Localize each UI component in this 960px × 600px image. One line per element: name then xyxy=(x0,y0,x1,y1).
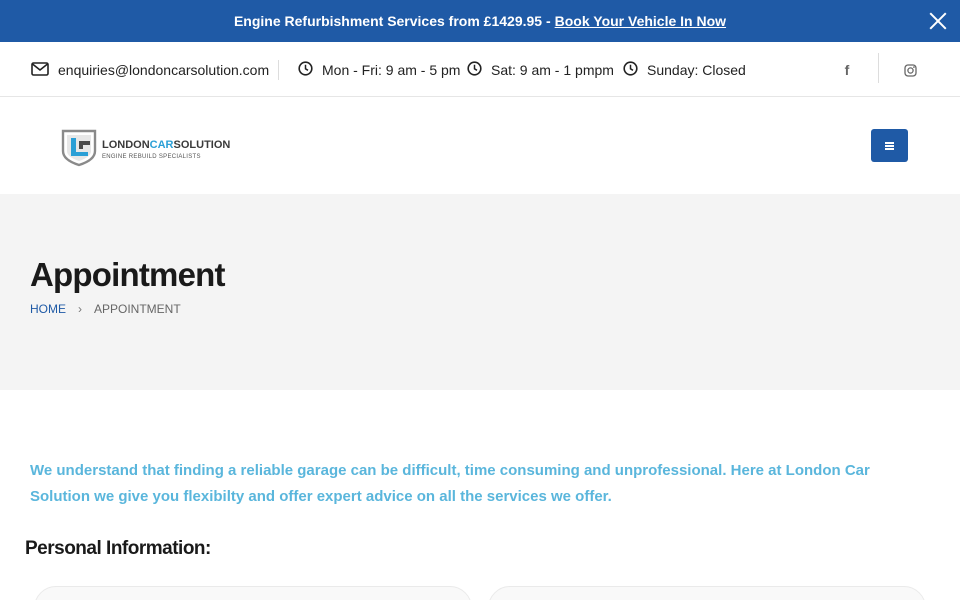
social-divider xyxy=(878,53,879,83)
intro-paragraph: We understand that finding a reliable ga… xyxy=(30,462,870,505)
menu-toggle-button[interactable] xyxy=(871,129,908,162)
announcement-bar: Engine Refurbishment Services from £1429… xyxy=(0,0,960,42)
logo-shield-icon xyxy=(60,127,98,172)
second-input-field[interactable] xyxy=(488,586,926,600)
facebook-glyph: f xyxy=(844,62,850,78)
hamburger-icon xyxy=(885,141,894,150)
clock-icon xyxy=(467,61,482,79)
book-vehicle-link[interactable]: Book Your Vehicle In Now xyxy=(555,13,726,29)
logo-wordmark: LONDONCARSOLUTION xyxy=(102,138,231,151)
contact-email[interactable]: enquiries@londoncarsolution.com xyxy=(31,60,269,80)
weekday-hours: Mon - Fri: 9 am - 5 pm xyxy=(298,60,460,80)
clock-icon xyxy=(623,61,638,79)
chevron-right-icon: › xyxy=(78,302,82,316)
page-title-band: Appointment HOME › APPOINTMENT xyxy=(0,194,960,390)
contact-divider xyxy=(278,60,279,80)
logo-tagline: ENGINE REBUILD SPECIALISTS xyxy=(102,153,201,160)
weekday-hours-text: Mon - Fri: 9 am - 5 pm xyxy=(322,62,461,78)
close-icon[interactable] xyxy=(928,11,948,31)
personal-info-heading: Personal Information: xyxy=(25,538,211,559)
site-logo[interactable]: LONDONCARSOLUTION ENGINE REBUILD SPECIAL… xyxy=(60,127,230,172)
saturday-hours-text: Sat: 9 am - 1 pmpm xyxy=(491,62,614,78)
breadcrumb-home-link[interactable]: HOME xyxy=(30,302,66,316)
page-title: Appointment xyxy=(30,256,225,293)
email-text: enquiries@londoncarsolution.com xyxy=(58,62,270,78)
clock-icon xyxy=(298,61,313,79)
sunday-hours-text: Sunday: Closed xyxy=(647,62,746,78)
logo-text: LONDONCARSOLUTION ENGINE REBUILD SPECIAL… xyxy=(102,138,231,160)
breadcrumb-current: APPOINTMENT xyxy=(94,302,181,316)
announcement-text: Engine Refurbishment Services from £1429… xyxy=(233,13,551,29)
envelope-icon xyxy=(31,61,49,79)
instagram-icon[interactable] xyxy=(901,56,919,84)
contact-bar: enquiries@londoncarsolution.com Mon - Fr… xyxy=(0,42,960,97)
facebook-icon[interactable]: f xyxy=(838,56,856,84)
sunday-hours: Sunday: Closed xyxy=(623,60,746,80)
site-header: LONDONCARSOLUTION ENGINE REBUILD SPECIAL… xyxy=(0,97,960,194)
breadcrumb: HOME › APPOINTMENT xyxy=(30,302,181,316)
saturday-hours: Sat: 9 am - 1 pmpm xyxy=(467,60,614,80)
first-input-field[interactable] xyxy=(34,586,472,600)
